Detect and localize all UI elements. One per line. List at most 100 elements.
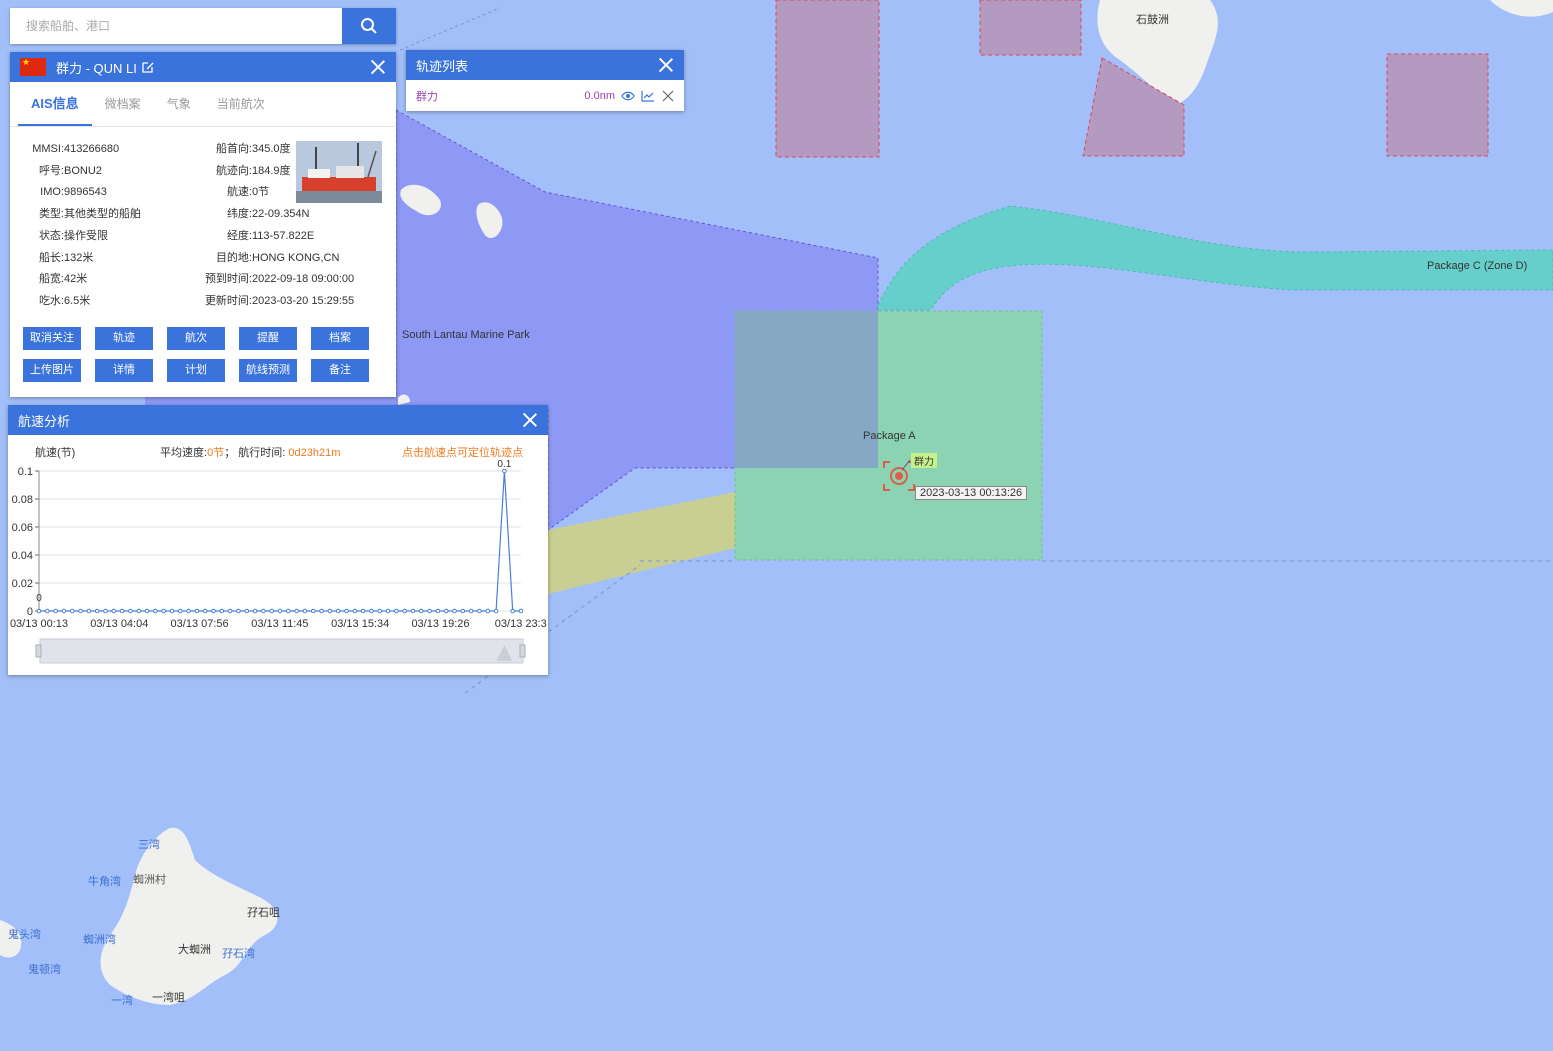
tab-ais-info[interactable]: AIS信息 [18, 82, 92, 126]
zoom-handle-right[interactable] [519, 644, 526, 658]
marine-park-zone-left [145, 397, 396, 405]
speed-point[interactable] [427, 608, 432, 614]
speed-point[interactable] [136, 608, 142, 614]
chart-icon[interactable] [641, 90, 655, 102]
tab-weather[interactable]: 气象 [154, 82, 204, 126]
eye-icon[interactable] [621, 91, 635, 101]
speed-point[interactable] [277, 608, 283, 614]
speed-point[interactable] [236, 608, 241, 614]
track-button[interactable]: 轨迹 [95, 327, 153, 350]
speed-point[interactable] [418, 608, 424, 614]
tab-current-voyage[interactable]: 当前航次 [204, 82, 278, 126]
china-flag-icon [20, 57, 46, 76]
route-prediction-button[interactable]: 航线预测 [239, 359, 297, 382]
speed-point[interactable] [119, 608, 125, 614]
speed-point[interactable] [294, 608, 299, 614]
ship-tag[interactable]: 群力 [911, 453, 937, 468]
close-icon[interactable] [658, 57, 674, 73]
upload-photo-button[interactable]: 上传图片 [23, 359, 81, 382]
speed-point[interactable] [45, 608, 50, 614]
speed-point[interactable] [319, 608, 324, 614]
speed-point[interactable] [435, 608, 441, 614]
close-icon[interactable] [522, 412, 538, 428]
speed-point[interactable] [286, 608, 291, 614]
speed-point[interactable] [518, 608, 524, 614]
speed-point[interactable] [335, 608, 341, 614]
archive-button[interactable]: 档案 [311, 327, 369, 350]
speed-point[interactable] [302, 608, 308, 614]
zoom-handle-left[interactable] [35, 644, 42, 658]
speed-point[interactable] [36, 608, 42, 614]
speed-point[interactable] [477, 608, 482, 614]
speed-point[interactable] [161, 608, 166, 614]
speed-point[interactable] [452, 608, 457, 614]
speed-point[interactable] [244, 608, 250, 614]
speed-point[interactable] [186, 608, 191, 614]
label-tai-chi-chau: 大蜘洲 [178, 944, 211, 956]
tab-micro-archive[interactable]: 微档案 [92, 82, 154, 126]
notes-button[interactable]: 备注 [311, 359, 369, 382]
speed-point[interactable] [344, 608, 349, 614]
speed-point[interactable] [144, 608, 150, 614]
speed-point[interactable] [352, 608, 358, 614]
speed-point[interactable] [219, 608, 225, 614]
longitude-value: 113-57.822E [252, 229, 315, 242]
speed-point[interactable] [227, 608, 233, 614]
search-button[interactable] [342, 8, 396, 44]
details-button[interactable]: 详情 [95, 359, 153, 382]
speed-point[interactable] [360, 608, 366, 614]
plan-button[interactable]: 计划 [167, 359, 225, 382]
speed-point[interactable] [394, 608, 399, 614]
speed-point[interactable] [327, 608, 333, 614]
speed-point[interactable] [69, 608, 75, 614]
label-package-c: Package C (Zone D) [1427, 260, 1528, 272]
field-label: 船宽: [38, 273, 64, 286]
speed-point[interactable] [128, 608, 133, 614]
ship-photo[interactable] [296, 141, 382, 203]
speed-point[interactable] [377, 608, 383, 614]
speed-point[interactable] [86, 608, 92, 614]
speed-point[interactable] [261, 608, 266, 614]
speed-point[interactable] [111, 608, 117, 614]
field-label: 呼号: [38, 164, 64, 177]
speed-point[interactable] [485, 608, 491, 614]
speed-point[interactable] [153, 608, 158, 614]
zoom-slider-track [39, 638, 524, 664]
reminder-button[interactable]: 提醒 [239, 327, 297, 350]
speed-point[interactable] [385, 608, 391, 614]
search-input[interactable] [10, 8, 342, 44]
speed-point[interactable] [410, 608, 416, 614]
speed-point[interactable] [202, 608, 208, 614]
speed-chart[interactable]: 00.020.040.060.080.103/13 00:13 03/13 04:… [8, 439, 548, 675]
unfollow-button[interactable]: 取消关注 [23, 327, 81, 350]
speed-point[interactable] [103, 608, 108, 614]
speed-point[interactable] [269, 608, 274, 614]
field-label: 航迹向: [215, 164, 252, 177]
speed-point[interactable] [460, 608, 466, 614]
remove-icon[interactable] [662, 90, 674, 102]
field-label: 吃水: [38, 294, 64, 307]
speed-point[interactable] [169, 608, 175, 614]
track-list-item[interactable]: 群力 0.0nm [406, 80, 684, 111]
speed-point[interactable] [493, 608, 499, 614]
speed-point[interactable] [468, 608, 474, 614]
close-icon[interactable] [370, 59, 386, 75]
speed-point[interactable] [53, 608, 58, 614]
speed-point[interactable] [252, 608, 258, 614]
speed-point[interactable] [369, 608, 374, 614]
speed-point[interactable] [177, 608, 183, 614]
speed-point[interactable] [78, 608, 83, 614]
speed-point[interactable] [194, 608, 200, 614]
speed-point[interactable] [443, 608, 449, 614]
speed-point[interactable] [510, 608, 515, 614]
speed-point[interactable] [94, 608, 100, 614]
package-a-overlap [735, 311, 878, 468]
speed-point[interactable] [310, 608, 316, 614]
voyage-button[interactable]: 航次 [167, 327, 225, 350]
speed-point[interactable] [61, 608, 67, 614]
restricted-zone-1 [775, 0, 880, 158]
edit-icon[interactable] [141, 60, 155, 74]
speed-point[interactable] [402, 608, 407, 614]
speed-point[interactable] [211, 608, 216, 614]
x-tick-label: 03/13 04:04 [90, 618, 148, 630]
